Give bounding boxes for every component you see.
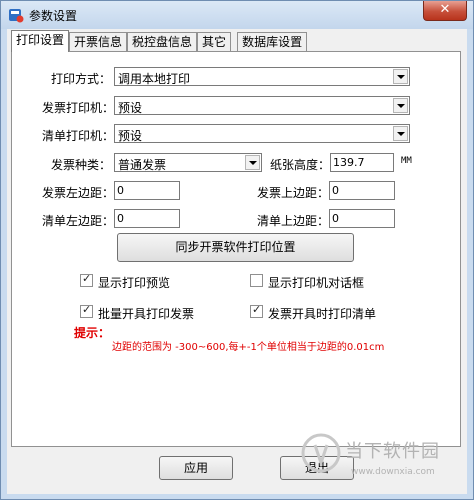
paper-height-label: 纸张高度： [270, 158, 331, 172]
close-icon: ✕ [439, 2, 451, 17]
tab-tax-disk-info[interactable]: 税控盘信息 [127, 32, 198, 52]
invoice-left-margin-input[interactable]: 0 [114, 181, 180, 200]
print-method-value: 调用本地打印 [118, 72, 191, 86]
tab-database-settings[interactable]: 数据库设置 [237, 32, 308, 52]
paper-height-input[interactable]: 139.7 [330, 153, 394, 172]
tab-other[interactable]: 其它 [197, 32, 232, 52]
tab-strip: 打印设置 开票信息 税控盘信息 其它 数据库设置 [11, 30, 308, 52]
show-printer-dialog-checkbox[interactable] [250, 274, 263, 287]
client-area: 打印设置 开票信息 税控盘信息 其它 数据库设置 打印方式： 调用本地打印 发票… [7, 29, 467, 494]
list-printer-label: 清单打印机： [42, 129, 115, 143]
checkmark-icon: ✓ [82, 303, 92, 316]
show-printer-dialog-label: 显示打印机对话框 [268, 276, 365, 290]
invoice-top-margin-label: 发票上边距： [257, 186, 330, 200]
invoice-printer-value: 预设 [118, 101, 143, 115]
print-settings-panel: 打印方式： 调用本地打印 发票打印机： 预设 清单打印机： 预设 发票种类： 普… [11, 51, 461, 447]
list-top-margin-input[interactable]: 0 [329, 209, 395, 228]
chevron-down-icon[interactable] [245, 155, 260, 170]
print-list-on-issue-label: 发票开具时打印清单 [268, 307, 377, 321]
window-title: 参数设置 [29, 9, 78, 23]
tab-print-settings[interactable]: 打印设置 [11, 30, 70, 52]
batch-print-checkbox[interactable]: ✓ [80, 303, 93, 318]
invoice-type-label: 发票种类： [51, 158, 112, 172]
checkmark-icon: ✓ [82, 272, 92, 285]
invoice-type-value: 普通发票 [118, 158, 167, 172]
title-bar[interactable]: 参数设置 ✕ [1, 1, 473, 29]
apply-button[interactable]: 应用 [159, 456, 233, 480]
list-left-margin-label: 清单左边距： [42, 214, 115, 228]
invoice-printer-label: 发票打印机： [42, 101, 115, 115]
watermark-brand: 当下软件园 [345, 441, 440, 462]
tab-invoice-info[interactable]: 开票信息 [69, 32, 128, 52]
watermark-logo-icon [301, 433, 341, 473]
list-printer-select[interactable]: 预设 [114, 124, 410, 143]
paper-unit: MM [401, 156, 412, 166]
invoice-top-margin-input[interactable]: 0 [329, 181, 395, 200]
chevron-down-icon[interactable] [393, 69, 408, 84]
chevron-down-icon[interactable] [393, 126, 408, 141]
watermark-url: www.downxia.com [351, 467, 435, 477]
print-method-label: 打印方式： [51, 72, 112, 86]
show-preview-label: 显示打印预览 [98, 276, 171, 290]
list-printer-value: 预设 [118, 129, 143, 143]
list-top-margin-label: 清单上边距： [257, 214, 330, 228]
list-left-margin-input[interactable]: 0 [114, 209, 180, 228]
print-list-on-issue-checkbox[interactable]: ✓ [250, 303, 263, 318]
settings-window: 参数设置 ✕ 打印设置 开票信息 税控盘信息 其它 数据库设置 打印方式： 调用… [0, 0, 474, 500]
invoice-left-margin-label: 发票左边距： [42, 186, 115, 200]
app-icon [9, 9, 24, 23]
batch-print-label: 批量开具打印发票 [98, 307, 195, 321]
checkmark-icon: ✓ [252, 303, 262, 316]
invoice-printer-select[interactable]: 预设 [114, 96, 410, 115]
invoice-type-select[interactable]: 普通发票 [114, 153, 262, 172]
hint-text: 边距的范围为 -300~600,每+-1个单位相当于边距的0.01cm [112, 342, 385, 353]
sync-print-position-button[interactable]: 同步开票软件打印位置 [117, 233, 354, 262]
show-preview-checkbox[interactable]: ✓ [80, 272, 93, 287]
print-method-select[interactable]: 调用本地打印 [114, 67, 410, 86]
close-button[interactable]: ✕ [423, 1, 467, 21]
hint-label: 提示： [74, 326, 111, 340]
chevron-down-icon[interactable] [393, 98, 408, 113]
